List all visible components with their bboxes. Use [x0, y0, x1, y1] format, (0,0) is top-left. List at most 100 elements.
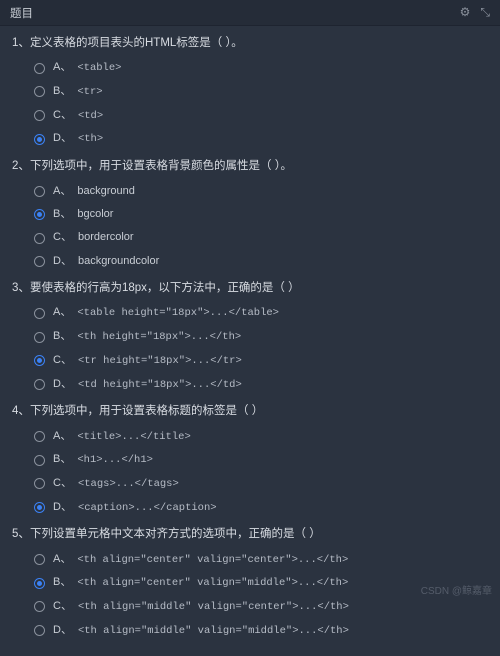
question-text: 下列设置单元格中文本对齐方式的选项中，正确的是（ ） — [30, 525, 321, 543]
question: 4、下列选项中，用于设置表格标题的标签是（ ） A、<title>...</tit… — [12, 402, 488, 515]
option-text: <td> — [78, 109, 103, 124]
radio-icon[interactable] — [34, 379, 45, 390]
radio-icon[interactable] — [34, 502, 45, 513]
option-letter: C、 — [53, 599, 72, 614]
option-letter: A、 — [53, 429, 71, 444]
radio-icon[interactable] — [34, 355, 45, 366]
radio-icon[interactable] — [34, 625, 45, 636]
question-text: 下列选项中，用于设置表格背景颜色的属性是（ ）。 — [30, 157, 292, 175]
option-label: B、bgcolor — [53, 207, 113, 222]
option-row[interactable]: D、<caption>...</caption> — [34, 500, 488, 516]
option-row[interactable]: B、 <tr> — [34, 84, 488, 100]
panel-title: 题目 — [10, 5, 33, 21]
option-label: C、 <td> — [53, 108, 103, 124]
radio-icon[interactable] — [34, 455, 45, 466]
option-row[interactable]: B、 <h1>...</h1> — [34, 452, 488, 468]
question: 1、定义表格的项目表头的HTML标签是（ ）。 A、<table> B、 <tr> C、… — [12, 34, 488, 147]
option-label: B、 <th align="center" valign="middle">...… — [53, 575, 348, 591]
question-text: 定义表格的项目表头的HTML标签是（ ）。 — [30, 34, 243, 52]
option-row[interactable]: C、 <th align="middle" valign="center">...… — [34, 599, 488, 615]
option-letter: D、 — [53, 131, 72, 146]
option-text: <th align="middle" valign="center">...</… — [78, 600, 349, 615]
question-number: 5、 — [12, 525, 30, 543]
option-text: <tr height="18px">...</tr> — [78, 354, 242, 369]
option-text: <tr> — [77, 85, 102, 100]
option-letter: A、 — [53, 60, 71, 75]
question-stem: 4、下列选项中，用于设置表格标题的标签是（ ） — [12, 402, 488, 420]
option-text: <caption>...</caption> — [78, 501, 217, 516]
option-label: A、<table> — [53, 60, 121, 76]
option-row[interactable]: A、<th align="center" valign="center">...… — [34, 552, 488, 568]
option-row[interactable]: C、 <td> — [34, 108, 488, 124]
questions-list: 1、定义表格的项目表头的HTML标签是（ ）。 A、<table> B、 <tr> C、… — [0, 26, 500, 656]
option-letter: B、 — [53, 452, 71, 467]
option-letter: C、 — [53, 230, 72, 245]
option-row[interactable]: C、 <tr height="18px">...</tr> — [34, 353, 488, 369]
radio-icon[interactable] — [34, 134, 45, 145]
radio-icon[interactable] — [34, 554, 45, 565]
panel-header: 题目 ⚙ ⤡ — [0, 0, 500, 26]
question: 3、要使表格的行高为18px，以下方法中，正确的是（ ） A、<table hei… — [12, 279, 488, 392]
option-label: A、background — [53, 184, 135, 199]
option-text: backgroundcolor — [78, 254, 159, 269]
options-group: A、background B、bgcolor C、bordercolor D、back… — [12, 184, 488, 270]
radio-icon[interactable] — [34, 86, 45, 97]
option-text: <th height="18px">...</th> — [77, 330, 241, 345]
radio-icon[interactable] — [34, 110, 45, 121]
option-row[interactable]: B、<th height="18px">...</th> — [34, 329, 488, 345]
question-number: 4、 — [12, 402, 30, 420]
radio-icon[interactable] — [34, 332, 45, 343]
option-label: B、 <h1>...</h1> — [53, 452, 153, 468]
radio-icon[interactable] — [34, 209, 45, 220]
options-group: A、<table> B、 <tr> C、 <td> D、 <th> — [12, 60, 488, 147]
option-letter: B、 — [53, 84, 71, 99]
radio-icon[interactable] — [34, 601, 45, 612]
option-row[interactable]: D、 <th> — [34, 131, 488, 147]
option-text: <th align="center" valign="middle">...</… — [77, 576, 348, 591]
option-label: D、<td height="18px">...</td> — [53, 377, 242, 393]
radio-icon[interactable] — [34, 578, 45, 589]
option-row[interactable]: A、background — [34, 184, 488, 199]
radio-icon[interactable] — [34, 233, 45, 244]
radio-icon[interactable] — [34, 186, 45, 197]
radio-icon[interactable] — [34, 256, 45, 267]
option-letter: B、 — [53, 207, 71, 222]
options-group: A、<table height="18px">...</table> B、<th … — [12, 305, 488, 392]
option-label: A、<table height="18px">...</table> — [53, 305, 279, 321]
option-row[interactable]: C、<tags>...</tags> — [34, 476, 488, 492]
option-row[interactable]: D、backgroundcolor — [34, 254, 488, 269]
option-label: B、<th height="18px">...</th> — [53, 329, 241, 345]
option-label: C、 <tr height="18px">...</tr> — [53, 353, 242, 369]
option-row[interactable]: D、<th align="middle" valign="middle">...… — [34, 623, 488, 639]
question-number: 2、 — [12, 157, 30, 175]
option-letter: D、 — [53, 623, 72, 638]
question-stem: 3、要使表格的行高为18px，以下方法中，正确的是（ ） — [12, 279, 488, 297]
option-row[interactable]: D、<td height="18px">...</td> — [34, 377, 488, 393]
radio-icon[interactable] — [34, 431, 45, 442]
option-text: <h1>...</h1> — [77, 453, 153, 468]
option-row[interactable]: A、<title>...</title> — [34, 429, 488, 445]
radio-icon[interactable] — [34, 63, 45, 74]
option-label: A、<th align="center" valign="center">...… — [53, 552, 348, 568]
option-letter: B、 — [53, 575, 71, 590]
option-row[interactable]: C、bordercolor — [34, 230, 488, 245]
panel-header-actions: ⚙ ⤡ — [460, 5, 490, 20]
expand-icon[interactable]: ⤡ — [480, 5, 490, 20]
question-text: 要使表格的行高为18px，以下方法中，正确的是（ ） — [30, 279, 300, 297]
option-row[interactable]: A、<table> — [34, 60, 488, 76]
gear-icon[interactable]: ⚙ — [460, 5, 471, 20]
radio-icon[interactable] — [34, 308, 45, 319]
option-row[interactable]: B、bgcolor — [34, 207, 488, 222]
option-label: B、 <tr> — [53, 84, 103, 100]
option-label: D、<caption>...</caption> — [53, 500, 217, 516]
option-text: <td height="18px">...</td> — [78, 378, 242, 393]
question-number: 1、 — [12, 34, 30, 52]
option-letter: C、 — [53, 108, 72, 123]
option-text: <th> — [78, 132, 103, 147]
option-row[interactable]: A、<table height="18px">...</table> — [34, 305, 488, 321]
question-text: 下列选项中，用于设置表格标题的标签是（ ） — [30, 402, 263, 420]
option-letter: C、 — [53, 353, 72, 368]
question-number: 3、 — [12, 279, 30, 297]
radio-icon[interactable] — [34, 478, 45, 489]
options-group: A、<th align="center" valign="center">...… — [12, 552, 488, 639]
